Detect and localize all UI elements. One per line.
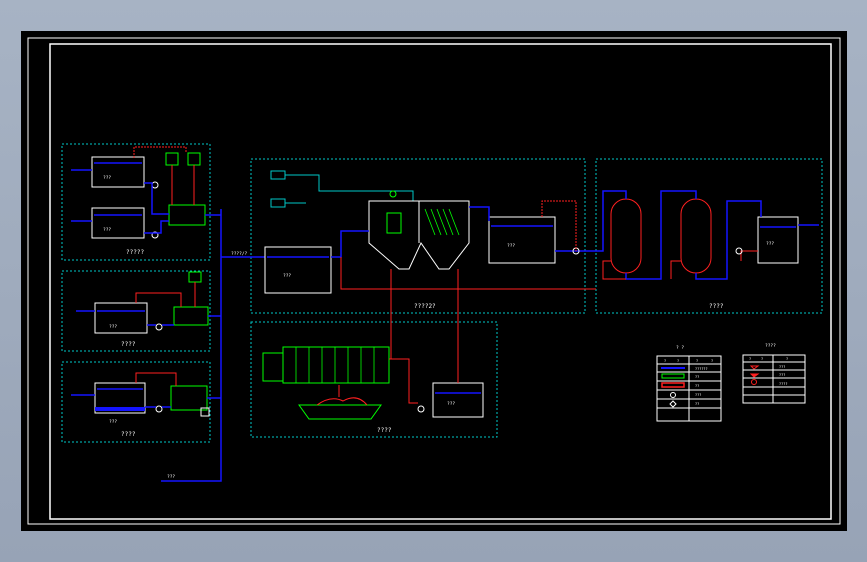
legend-right-title: ???? bbox=[765, 343, 776, 349]
caption-left-bottom: ???? bbox=[121, 431, 136, 438]
legend-left-h1: ? bbox=[677, 359, 679, 363]
legend-right-sym2 bbox=[751, 379, 757, 385]
pump-a1 bbox=[151, 181, 159, 189]
tank-b-label: ??? bbox=[109, 324, 117, 330]
legend-right-sym1 bbox=[749, 373, 760, 378]
legend-pump-symbol bbox=[670, 392, 676, 398]
sludge-pump bbox=[417, 405, 425, 413]
filter-press-head bbox=[262, 352, 284, 382]
filter-press bbox=[282, 346, 390, 384]
dosing-box-3 bbox=[188, 271, 202, 283]
panel-deep-treatment bbox=[595, 158, 823, 314]
tank-c-label: ??? bbox=[109, 419, 117, 425]
regulating-tank bbox=[264, 246, 332, 294]
legend-right-row2: ???? bbox=[779, 382, 787, 386]
aeration-strip bbox=[95, 407, 145, 411]
legend-right-h1: ? bbox=[761, 357, 763, 361]
legend-left: ? ? ? ? ? ? ?????? ?? ?? ??? ?? bbox=[656, 345, 722, 422]
sludge-cake bbox=[316, 397, 368, 406]
left-top-equipment: ??? ??? bbox=[71, 146, 221, 239]
outer-frame bbox=[27, 37, 841, 525]
inlet-label: ????/? bbox=[231, 251, 248, 257]
legend-equipment-symbol bbox=[661, 373, 685, 379]
dosing-tank-1 bbox=[270, 170, 286, 180]
process-flow-diagram: ????? ???? ???? ????2? ???? ???? ??? ???… bbox=[27, 37, 841, 525]
caption-sludge: ???? bbox=[377, 427, 392, 434]
legend-left-h2: ? bbox=[696, 359, 698, 363]
legend-right-sym0 bbox=[749, 365, 760, 370]
tank-a1 bbox=[91, 156, 145, 188]
filter-column-2 bbox=[680, 198, 712, 274]
legend-left-row4: ?? bbox=[695, 402, 699, 406]
final-tank bbox=[757, 216, 799, 264]
legend-left-h3: ? bbox=[711, 359, 713, 363]
left-mid-equipment: ??? bbox=[76, 271, 221, 334]
legend-left-row3: ??? bbox=[695, 393, 701, 397]
legend-right: ???? ? ? ? ??? ??? ???? bbox=[742, 343, 806, 404]
legend-right-row0: ??? bbox=[779, 365, 785, 369]
filter-unit-b bbox=[173, 306, 209, 326]
filter-unit-a bbox=[168, 204, 206, 226]
legend-sludge-symbol bbox=[661, 382, 685, 388]
legend-right-row1: ??? bbox=[779, 373, 785, 377]
left-bottom-equipment: ??? bbox=[71, 372, 221, 425]
drawing-sheet: ????? ???? ???? ????2? ???? ???? ??? ???… bbox=[21, 31, 847, 531]
legend-right-h2: ? bbox=[786, 357, 788, 361]
return-line bbox=[340, 257, 596, 290]
sludge-cart bbox=[298, 404, 382, 420]
collector-pipe bbox=[161, 209, 222, 482]
tank-b bbox=[94, 302, 148, 334]
mixer-motor bbox=[389, 190, 397, 198]
mixer bbox=[386, 212, 402, 234]
clear-water-tank-label: ??? bbox=[507, 243, 515, 249]
legend-right-h0: ? bbox=[749, 357, 751, 361]
sludge-equipment: ??? bbox=[262, 346, 484, 420]
caption-main-process: ????2? bbox=[414, 303, 436, 310]
final-tank-label: ??? bbox=[766, 241, 774, 247]
inner-frame bbox=[49, 43, 832, 520]
main-process-equipment: ??? ??? bbox=[264, 170, 596, 383]
legend-left-row2: ?? bbox=[695, 384, 699, 388]
dosing-tank-2 bbox=[270, 198, 286, 208]
outlet-label: ??? bbox=[167, 474, 175, 480]
legend-left-row0: ?????? bbox=[695, 367, 708, 371]
regulating-tank-label: ??? bbox=[283, 273, 291, 279]
clear-water-tank bbox=[488, 216, 556, 264]
tank-a1-label: ??? bbox=[103, 175, 111, 181]
caption-left-mid: ???? bbox=[121, 341, 136, 348]
deep-treatment-equipment: ??? bbox=[596, 190, 819, 280]
legend-left-h0: ? bbox=[664, 359, 666, 363]
tank-a2 bbox=[91, 207, 145, 239]
pump-c bbox=[155, 405, 163, 413]
dosing-box-1 bbox=[165, 152, 179, 166]
caption-left-top: ????? bbox=[126, 249, 144, 256]
pump-b bbox=[155, 323, 163, 331]
tank-a2-label: ??? bbox=[103, 227, 111, 233]
filter-unit-c bbox=[170, 385, 208, 411]
filter-column-1 bbox=[610, 198, 642, 274]
sludge-tank-label: ??? bbox=[447, 401, 455, 407]
legend-valve-symbol bbox=[669, 400, 677, 408]
dosing-box-2 bbox=[187, 152, 201, 166]
sludge-tank bbox=[432, 382, 484, 418]
legend-left-row1: ?? bbox=[695, 375, 699, 379]
panel-main-process bbox=[250, 158, 586, 314]
legend-left-title: ? ? bbox=[676, 345, 684, 351]
caption-deep-treatment: ???? bbox=[709, 303, 724, 310]
outlet-box-c bbox=[200, 407, 210, 417]
